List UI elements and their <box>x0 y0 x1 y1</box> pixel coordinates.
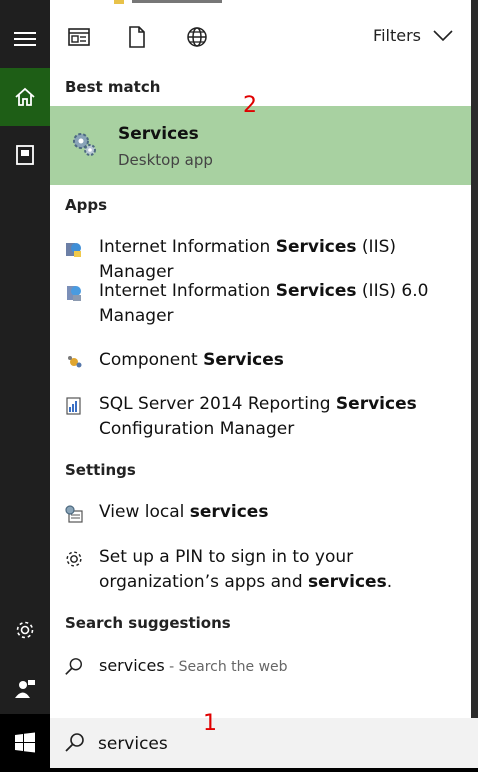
search-box[interactable]: services <box>50 718 478 768</box>
app-result-label: Internet Information Services (IIS) 6.0 … <box>99 281 429 326</box>
globe-icon <box>187 27 207 47</box>
search-results-panel: Filters Best match Services Desktop app … <box>50 0 471 718</box>
feedback-button[interactable] <box>0 660 50 718</box>
web-filter-button[interactable] <box>182 22 212 52</box>
component-services-icon <box>68 356 82 368</box>
chevron-down-icon <box>433 29 453 41</box>
hamburger-menu-button[interactable] <box>0 10 50 68</box>
apps-heading: Apps <box>65 196 108 214</box>
annotation-step-2: 2 <box>243 93 257 118</box>
person-feedback-icon <box>15 680 35 698</box>
suggestion-label: services - Search the web <box>99 656 288 675</box>
settings-heading: Settings <box>65 461 136 479</box>
home-button[interactable] <box>0 68 50 126</box>
best-match-subtitle: Desktop app <box>118 151 213 169</box>
document-icon <box>129 26 145 48</box>
best-match-heading: Best match <box>65 78 161 96</box>
gear-icon <box>16 621 34 639</box>
windows-logo-icon <box>15 732 35 753</box>
settings-result-label: View local services <box>99 502 269 522</box>
best-match-result[interactable]: Services Desktop app <box>50 106 471 185</box>
best-match-title: Services <box>118 124 199 144</box>
panel-edge <box>471 0 478 718</box>
app-window-icon <box>68 28 90 46</box>
iis-manager-icon <box>66 243 81 257</box>
view-services-icon <box>65 505 83 523</box>
notebook-button[interactable] <box>0 126 50 184</box>
sql-reporting-icon <box>66 397 81 415</box>
app-result-label: Internet Information Services (IIS) Mana… <box>99 237 397 282</box>
filters-label: Filters <box>373 26 421 45</box>
settings-button[interactable] <box>0 601 50 659</box>
windows-start-button[interactable] <box>0 714 50 772</box>
home-icon <box>15 87 35 106</box>
gear-icon <box>66 551 82 567</box>
apps-filter-button[interactable] <box>64 22 94 52</box>
app-result-label: Component Services <box>99 350 284 370</box>
hamburger-icon <box>14 32 36 46</box>
notebook-icon <box>16 145 34 165</box>
search-icon <box>65 733 84 752</box>
search-suggestions-heading: Search suggestions <box>65 614 231 632</box>
documents-filter-button[interactable] <box>122 22 152 52</box>
search-input[interactable]: services <box>98 734 168 754</box>
services-gear-icon <box>73 133 96 156</box>
filters-dropdown[interactable]: Filters <box>373 26 453 45</box>
start-rail <box>0 0 50 772</box>
app-result-label: SQL Server 2014 Reporting Services Confi… <box>99 394 417 439</box>
search-icon <box>65 658 82 675</box>
annotation-step-1: 1 <box>203 711 217 736</box>
iis6-manager-icon <box>67 286 81 301</box>
search-toolbar: Filters <box>50 0 471 66</box>
settings-result-label: Set up a PIN to sign in to your organiza… <box>99 547 393 592</box>
